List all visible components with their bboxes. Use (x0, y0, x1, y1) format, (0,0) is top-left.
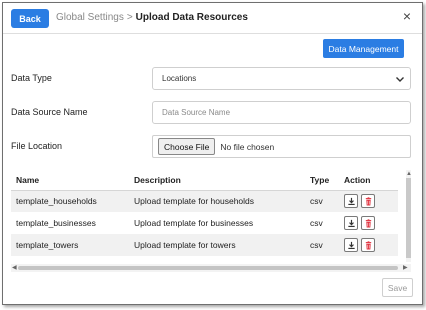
horizontal-scrollbar[interactable]: ◀ ▶ (11, 264, 411, 272)
scroll-left-arrow-icon[interactable]: ◀ (12, 265, 17, 271)
download-button[interactable] (344, 238, 358, 252)
download-icon (347, 219, 355, 227)
download-button[interactable] (344, 194, 358, 209)
column-header-name: Name (11, 170, 129, 191)
file-location-input: Choose File No file chosen (152, 135, 411, 158)
resources-table-container: Name Description Type Action template_ho… (11, 170, 411, 274)
trash-icon (365, 240, 371, 249)
column-header-type: Type (305, 170, 339, 191)
row-actions (339, 212, 398, 234)
data-type-select[interactable]: Locations (152, 67, 411, 90)
page-title: Upload Data Resources (135, 12, 248, 23)
file-status-text: No file chosen (220, 141, 275, 152)
data-type-selected-value: Locations (162, 74, 197, 83)
data-management-button[interactable]: Data Management (323, 39, 404, 58)
delete-button[interactable] (361, 216, 375, 230)
upload-data-resources-dialog: Back Global Settings > Upload Data Resourc… (2, 2, 423, 305)
scroll-up-arrow-icon[interactable]: ▲ (406, 171, 411, 177)
save-button[interactable]: Save (382, 278, 413, 297)
data-source-name-placeholder: Data Source Name (162, 108, 231, 117)
row-name: template_businesses (11, 212, 129, 234)
row-description: Upload template for households (129, 190, 305, 212)
row-type: csv (305, 234, 339, 256)
row-name: template_households (11, 190, 129, 212)
column-header-action: Action (339, 170, 398, 191)
table-row: template_households Upload template for … (11, 190, 398, 212)
breadcrumb-separator: > (126, 12, 133, 23)
trash-icon (365, 218, 371, 227)
vertical-scrollbar[interactable]: ▲ (406, 170, 411, 262)
row-actions (339, 234, 398, 256)
delete-button[interactable] (361, 238, 375, 252)
trash-icon (365, 197, 371, 206)
column-header-description: Description (129, 170, 305, 191)
file-location-label: File Location (11, 141, 63, 151)
row-type: csv (305, 212, 339, 234)
dialog-header: Back Global Settings > Upload Data Resourc… (3, 3, 422, 34)
data-type-label: Data Type (11, 73, 52, 83)
row-description: Upload template for towers (129, 234, 305, 256)
scroll-right-arrow-icon[interactable]: ▶ (403, 265, 408, 271)
horizontal-scroll-thumb[interactable] (18, 266, 398, 270)
table-row: template_businesses Upload template for … (11, 212, 398, 234)
download-icon (347, 241, 355, 249)
vertical-scroll-thumb[interactable] (406, 178, 411, 258)
data-source-name-label: Data Source Name (11, 107, 88, 117)
breadcrumb-parent[interactable]: Global Settings (56, 12, 124, 23)
breadcrumb: Global Settings > Upload Data Resources (56, 12, 248, 23)
download-button[interactable] (344, 216, 358, 230)
chevron-down-icon (396, 77, 404, 82)
header-divider (3, 33, 422, 34)
delete-button[interactable] (361, 194, 375, 209)
download-icon (347, 197, 355, 205)
choose-file-button[interactable]: Choose File (158, 138, 216, 155)
table-row: template_towers Upload template for towe… (11, 234, 398, 256)
close-icon[interactable]: × (403, 9, 411, 23)
row-description: Upload template for businesses (129, 212, 305, 234)
data-source-name-input[interactable]: Data Source Name (152, 101, 411, 124)
row-type: csv (305, 190, 339, 212)
row-name: template_towers (11, 234, 129, 256)
table-header-row: Name Description Type Action (11, 170, 398, 191)
back-button[interactable]: Back (11, 9, 49, 28)
resources-table: Name Description Type Action template_ho… (11, 170, 398, 256)
row-actions (339, 190, 398, 212)
